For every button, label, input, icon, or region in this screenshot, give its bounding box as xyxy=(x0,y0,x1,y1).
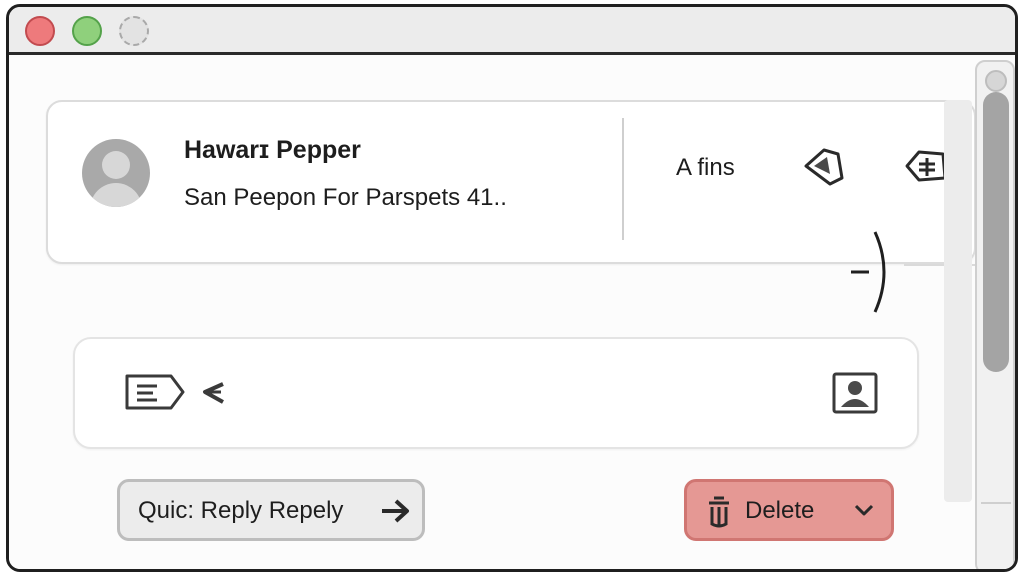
scroll-separator xyxy=(981,502,1011,504)
meta-label: A fins xyxy=(676,154,735,181)
message-view: Hawarɪ Pepper San Peepon For Parspets 41… xyxy=(9,58,1015,569)
close-button[interactable] xyxy=(25,16,55,46)
inner-scroll-track[interactable] xyxy=(944,100,972,502)
minimize-button[interactable] xyxy=(119,16,149,46)
quick-reply-label: Quic: Reply Repely xyxy=(138,497,344,524)
scrollbar[interactable] xyxy=(975,60,1015,569)
sender-name: Hawarɪ Pepper xyxy=(184,136,361,164)
chevron-down-icon[interactable] xyxy=(853,502,875,518)
reply-action-card xyxy=(73,337,919,449)
avatar[interactable] xyxy=(82,139,150,207)
trash-icon xyxy=(709,496,729,528)
scroll-thumb[interactable] xyxy=(983,92,1009,372)
avatar-head xyxy=(102,151,130,179)
tag-icon[interactable] xyxy=(800,142,848,190)
contact-card-icon[interactable] xyxy=(831,371,879,415)
delete-label: Delete xyxy=(745,497,815,524)
scroll-up-button[interactable] xyxy=(985,70,1007,92)
email-header-card: Hawarɪ Pepper San Peepon For Parspets 41… xyxy=(46,100,976,264)
header-divider xyxy=(622,118,624,240)
app-window: Hawarɪ Pepper San Peepon For Parspets 41… xyxy=(6,4,1018,572)
title-bar xyxy=(9,7,1015,55)
zoom-button[interactable] xyxy=(72,16,102,46)
contact-card-icon-graphic xyxy=(832,372,878,414)
close-paren-icon xyxy=(851,231,886,313)
quick-reply-button[interactable]: Quic: Reply Repely xyxy=(117,479,425,541)
avatar-body xyxy=(90,183,142,207)
reply-icon[interactable] xyxy=(123,372,233,412)
reply-icon-graphic xyxy=(125,374,224,410)
arrow-right-icon xyxy=(382,499,409,523)
email-subject: San Peepon For Parspets 41.. xyxy=(184,184,507,211)
tag-icon-graphic xyxy=(804,148,844,186)
delete-button[interactable]: Delete xyxy=(684,479,894,541)
